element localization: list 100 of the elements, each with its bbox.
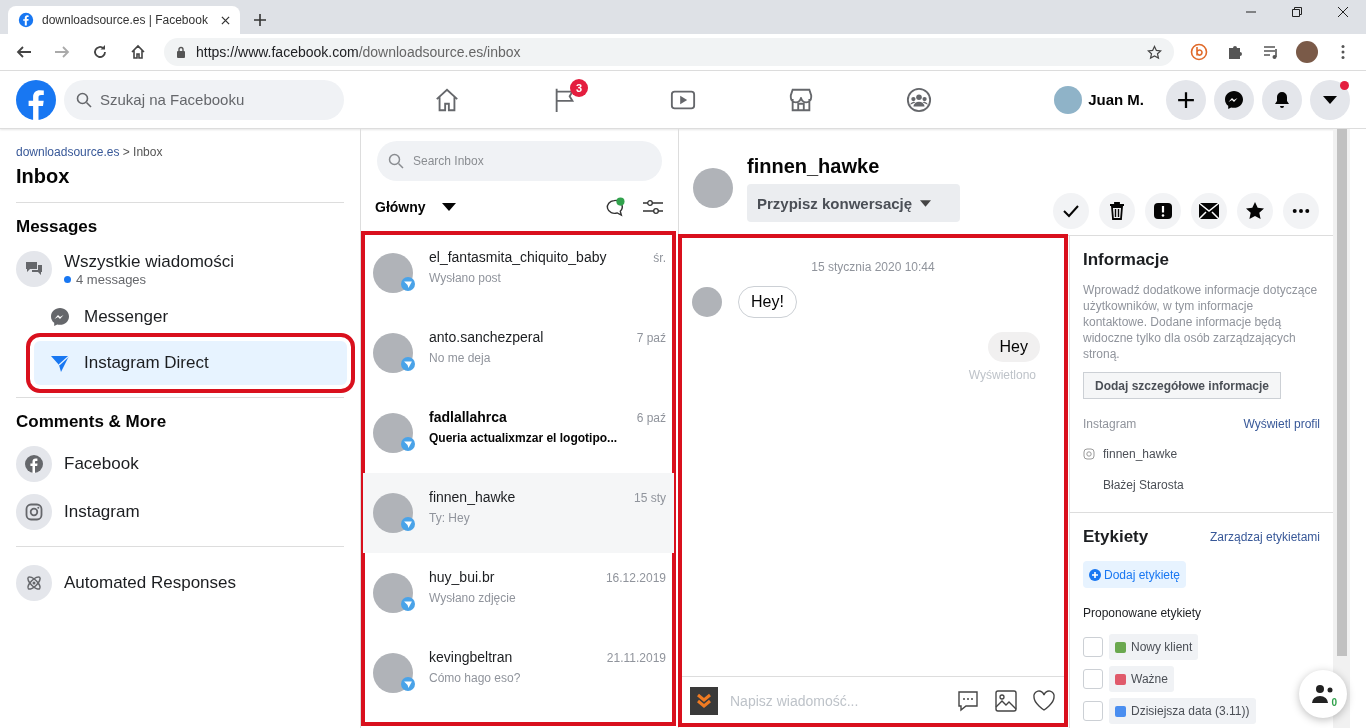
- breadcrumb-link[interactable]: downloadsource.es: [16, 145, 120, 159]
- conversation-time: 7 paź: [636, 331, 666, 345]
- manage-labels-link[interactable]: Zarządzaj etykietami: [1209, 530, 1320, 544]
- conversation-item[interactable]: el_fantasmita_chiquito_baby śr. Wysłano post: [363, 233, 674, 313]
- messenger-icon: [1224, 89, 1244, 110]
- profile-avatar[interactable]: [1296, 41, 1318, 63]
- avatar-photo-placeholder: [373, 333, 413, 373]
- heart-icon[interactable]: [1032, 689, 1056, 713]
- contact-name: finnen_hawke: [747, 155, 881, 178]
- people-icon: [1311, 684, 1335, 704]
- star-button[interactable]: [1237, 193, 1273, 229]
- assign-dropdown[interactable]: Przypisz konwersację: [747, 184, 960, 222]
- shop-icon[interactable]: [788, 86, 814, 113]
- image-icon[interactable]: [994, 689, 1018, 713]
- browser-tab[interactable]: downloadsource.es | Facebook: [8, 6, 240, 34]
- message-preview: Ty: Hey: [429, 511, 471, 525]
- contact-real-name: Błażej Starosta: [1103, 478, 1185, 492]
- paper-plane-icon: [401, 357, 415, 371]
- folder-dropdown[interactable]: Główny: [375, 199, 426, 215]
- page-title: Inbox: [16, 165, 344, 203]
- conversation-time: 15 sty: [634, 491, 666, 505]
- facebook-logo-icon[interactable]: [16, 79, 56, 120]
- group-icon[interactable]: [906, 86, 932, 113]
- search-field[interactable]: Szukaj na Facebooku: [64, 79, 344, 120]
- conversation-item[interactable]: kevingbeltran 21.11.2019 Cómo hago eso?: [363, 633, 674, 713]
- delete-button[interactable]: [1099, 193, 1135, 229]
- label-chip[interactable]: Dzisiejsza data (3.11)): [1109, 698, 1256, 724]
- add-details-button[interactable]: Dodaj szczegółowe informacje: [1083, 372, 1282, 399]
- search-field[interactable]: Search Inbox: [377, 141, 662, 181]
- messenger-icon: [50, 307, 70, 327]
- conversation-item[interactable]: finnen_hawke 15 sty Ty: Hey: [363, 473, 674, 553]
- paper-plane-icon: [401, 677, 415, 691]
- view-profile-link[interactable]: Wyświetl profil: [1243, 417, 1320, 431]
- notification-badge: 3: [570, 78, 588, 97]
- conversation-item[interactable]: anto.sanchezperal 7 paź No me deja: [363, 313, 674, 393]
- new-tab-icon[interactable]: [254, 14, 266, 26]
- report-button[interactable]: [1145, 193, 1181, 229]
- suggested-labels-heading: Proponowane etykiety: [1083, 606, 1203, 620]
- conversation-time: 21.11.2019: [606, 651, 666, 665]
- atom-icon: [24, 573, 44, 593]
- conversation-item[interactable]: huy_bui.br 16.12.2019 Wysłano zdjęcie: [363, 553, 674, 633]
- seen-status: Wyświetlono: [967, 368, 1036, 382]
- home-icon[interactable]: [434, 86, 460, 113]
- label-chip[interactable]: Ważne: [1109, 666, 1174, 692]
- exclamation-icon: [1153, 201, 1173, 221]
- restore-icon[interactable]: [1291, 6, 1303, 18]
- conversation-name: kevingbeltran: [429, 649, 513, 665]
- message-preview: Wysłano post: [429, 271, 502, 285]
- profile-button[interactable]: Juan M.: [1054, 85, 1144, 114]
- close-icon[interactable]: [221, 15, 230, 25]
- field-label: Instagram: [1083, 417, 1137, 431]
- star-icon[interactable]: [1147, 44, 1162, 60]
- address-bar[interactable]: https://www.facebook.com/downloadsource.es/inbox: [164, 38, 1174, 66]
- sidebar-item[interactable]: Facebook: [16, 440, 344, 488]
- avatar-photo-placeholder: [373, 413, 413, 453]
- conversation-item[interactable]: fadlallahrca 6 paź Queria actualixmzar el logotipo...: [363, 393, 674, 473]
- item-label: Wszystkie wiadomości: [64, 251, 235, 272]
- notifications-button[interactable]: [1262, 79, 1302, 120]
- account-menu-button[interactable]: [1310, 79, 1350, 120]
- scrollbar[interactable]: [1333, 129, 1350, 728]
- star-icon: [1245, 201, 1265, 221]
- add-label-button[interactable]: Dodaj etykietę: [1083, 561, 1187, 588]
- conversation-time: śr.: [653, 251, 666, 265]
- paper-plane-icon: [401, 597, 415, 611]
- sidebar-item[interactable]: Automated Responses: [16, 559, 344, 607]
- user-avatar: [1054, 85, 1083, 114]
- label-chip[interactable]: Nowy klient: [1109, 634, 1199, 660]
- sidebar-item[interactable]: Wszystkie wiadomości 4 messages: [16, 245, 344, 293]
- sidebar-item[interactable]: Instagram: [16, 488, 344, 536]
- paper-plane-icon: [401, 517, 415, 531]
- messenger-button[interactable]: [1214, 79, 1254, 120]
- done-button[interactable]: [1053, 193, 1089, 229]
- message-bubble: Hey: [987, 332, 1040, 362]
- mark-unread-button[interactable]: [1191, 193, 1227, 229]
- checkbox[interactable]: [1083, 637, 1103, 657]
- avatar-photo-placeholder: [373, 573, 413, 613]
- message-input[interactable]: Napisz wiadomość...: [728, 692, 942, 710]
- avatar-photo-placeholder: [373, 493, 413, 533]
- item-label: Facebook: [64, 454, 139, 474]
- more-icon: [1292, 208, 1310, 214]
- close-icon[interactable]: [1337, 6, 1349, 18]
- create-button[interactable]: [1166, 79, 1206, 120]
- instagram-icon: [1083, 448, 1095, 460]
- caret-icon[interactable]: [441, 203, 456, 211]
- more-button[interactable]: [1283, 193, 1319, 229]
- conversation-date: 15 stycznia 2020 10:44: [810, 260, 936, 274]
- chat-bubble-icon[interactable]: [956, 689, 980, 713]
- search-icon: [76, 91, 92, 108]
- search-icon: [388, 153, 404, 169]
- checkbox[interactable]: [1083, 701, 1103, 721]
- chat-status-icon[interactable]: [604, 197, 626, 217]
- caret-icon: [1323, 95, 1337, 104]
- info-description: Wprowadź dodatkowe informacje dotyczące użytkowników, w tym informacje kontaktowe. Dodane informacje będą widoczne tylko dla osób zarządzających stroną.: [1083, 282, 1319, 362]
- checkbox[interactable]: [1083, 669, 1103, 689]
- instagram-handle: finnen_hawke: [1103, 447, 1178, 461]
- filter-sliders-icon[interactable]: [642, 197, 664, 217]
- envelope-icon: [1198, 202, 1220, 220]
- conversation-name: huy_bui.br: [429, 569, 495, 585]
- section-heading: Messages: [16, 217, 99, 237]
- sidebar-item[interactable]: Messenger: [34, 295, 344, 339]
